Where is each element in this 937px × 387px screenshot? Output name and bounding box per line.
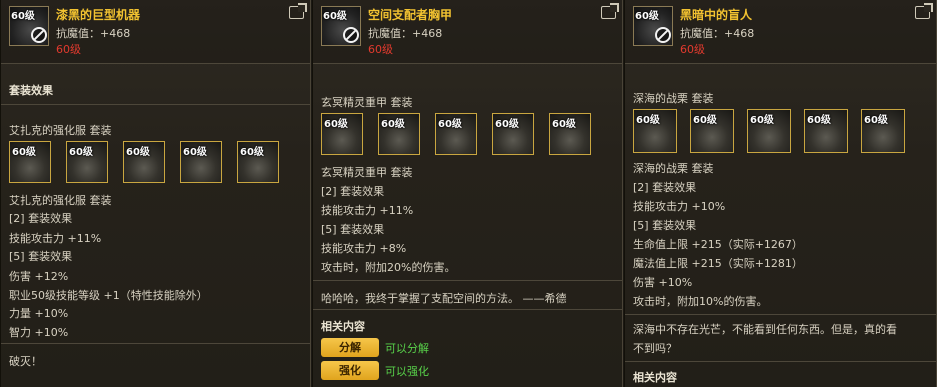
set-name-repeat: 艾扎克的强化服 套装: [9, 194, 112, 207]
effect-line: 力量 +10%: [9, 307, 69, 320]
item-title: 黑暗中的盲人: [680, 8, 753, 22]
set-slot[interactable]: 60级: [804, 109, 848, 153]
effect-line: [2] 套装效果: [633, 181, 697, 194]
set-slot[interactable]: 60级: [549, 113, 591, 155]
set-slots: 60级 60级 60级 60级 60级: [633, 109, 905, 153]
external-link-icon[interactable]: [601, 3, 619, 19]
item-stat: 抗魔值：+468: [368, 27, 443, 40]
set-slot[interactable]: 60级: [690, 109, 734, 153]
disassemble-button[interactable]: 分解: [321, 338, 379, 357]
enhance-button[interactable]: 强化: [321, 361, 379, 380]
effect-line: 职业50级技能等级 +1（特性技能除外）: [9, 289, 208, 302]
enhance-note: 可以强化: [385, 365, 429, 378]
tooltip-header: 60级 空间支配者胸甲 抗魔值：+468 60级: [313, 0, 622, 64]
effect-line: 生命值上限 +215（实际+1267）: [633, 238, 803, 251]
set-name: 深海的战栗 套装: [633, 92, 714, 105]
effect-line: [2] 套装效果: [9, 212, 73, 225]
required-level: 60级: [680, 43, 705, 56]
thumb-level: 60级: [635, 11, 659, 22]
item-tooltip-2: 60级 空间支配者胸甲 抗魔值：+468 60级 玄冥精灵重甲 套装 60级 6…: [312, 0, 623, 387]
item-thumbnail[interactable]: 60级: [633, 6, 673, 46]
set-name-repeat: 玄冥精灵重甲 套装: [321, 166, 413, 179]
divider: [1, 343, 310, 344]
set-slot[interactable]: 60级: [66, 141, 108, 183]
set-slot[interactable]: 60级: [378, 113, 420, 155]
set-slot[interactable]: 60级: [180, 141, 222, 183]
effect-line: [2] 套装效果: [321, 185, 385, 198]
item-tooltip-1: 60级 漆黑的巨型机器 抗魔值：+468 60级 套装效果 艾扎克的强化服 套装…: [0, 0, 311, 387]
set-name: 艾扎克的强化服 套装: [9, 124, 112, 137]
related-header: 相关内容: [633, 371, 677, 384]
divider: [313, 280, 622, 281]
set-slot[interactable]: 60级: [9, 141, 51, 183]
effect-line: [5] 套装效果: [9, 250, 73, 263]
divider: [1, 104, 310, 105]
effect-line: 技能攻击力 +11%: [321, 204, 414, 217]
item-tooltip-3: 60级 黑暗中的盲人 抗魔值：+468 60级 深海的战栗 套装 60级 60级…: [624, 0, 937, 387]
flavor-text: 不到吗？: [633, 342, 677, 355]
effect-line: 技能攻击力 +10%: [633, 200, 726, 213]
effect-line: 攻击时，附加10%的伤害。: [633, 295, 768, 308]
item-thumbnail[interactable]: 60级: [321, 6, 361, 46]
required-level: 60级: [56, 43, 81, 56]
set-slots: 60级 60级 60级 60级 60级: [9, 141, 279, 183]
tooltip-header: 60级 漆黑的巨型机器 抗魔值：+468 60级: [1, 0, 310, 64]
effect-line: [5] 套装效果: [321, 223, 385, 236]
set-slot[interactable]: 60级: [435, 113, 477, 155]
divider: [625, 314, 936, 315]
effect-line: 魔法值上限 +215（实际+1281）: [633, 257, 803, 270]
set-slot[interactable]: 60级: [237, 141, 279, 183]
required-level: 60级: [368, 43, 393, 56]
set-slots: 60级 60级 60级 60级 60级: [321, 113, 591, 155]
effect-line: 智力 +10%: [9, 326, 69, 339]
set-slot[interactable]: 60级: [492, 113, 534, 155]
set-name-repeat: 深海的战栗 套装: [633, 162, 714, 175]
set-name: 玄冥精灵重甲 套装: [321, 96, 413, 109]
effect-line: 技能攻击力 +8%: [321, 242, 407, 255]
thumb-level: 60级: [11, 11, 35, 22]
disassemble-note: 可以分解: [385, 342, 429, 355]
set-slot[interactable]: 60级: [861, 109, 905, 153]
item-title: 空间支配者胸甲: [368, 8, 453, 22]
divider: [313, 309, 622, 310]
item-thumbnail[interactable]: 60级: [9, 6, 49, 46]
effect-line: [5] 套装效果: [633, 219, 697, 232]
item-stat: 抗魔值：+468: [680, 27, 755, 40]
flavor-text: 深海中不存在光芒，不能看到任何东西。但是，真的看: [633, 323, 897, 336]
effect-line: 伤害 +12%: [9, 270, 69, 283]
set-effect-header: 套装效果: [9, 84, 53, 97]
item-title: 漆黑的巨型机器: [56, 8, 141, 22]
related-header: 相关内容: [321, 320, 365, 333]
external-link-icon[interactable]: [289, 3, 307, 19]
set-slot[interactable]: 60级: [321, 113, 363, 155]
effect-line: 攻击时，附加20%的伤害。: [321, 261, 456, 274]
effect-line: 伤害 +10%: [633, 276, 693, 289]
flavor-text: 破灭！: [9, 355, 42, 368]
prohibited-icon: [343, 27, 359, 43]
tooltip-header: 60级 黑暗中的盲人 抗魔值：+468 60级: [625, 0, 936, 64]
set-slot[interactable]: 60级: [633, 109, 677, 153]
flavor-text: 哈哈哈，我终于掌握了支配空间的方法。 ——希德: [321, 292, 567, 305]
set-slot[interactable]: 60级: [123, 141, 165, 183]
prohibited-icon: [655, 27, 671, 43]
thumb-level: 60级: [323, 11, 347, 22]
set-slot[interactable]: 60级: [747, 109, 791, 153]
prohibited-icon: [31, 27, 47, 43]
external-link-icon[interactable]: [915, 3, 933, 19]
effect-line: 技能攻击力 +11%: [9, 232, 102, 245]
divider: [625, 361, 936, 362]
item-stat: 抗魔值：+468: [56, 27, 131, 40]
